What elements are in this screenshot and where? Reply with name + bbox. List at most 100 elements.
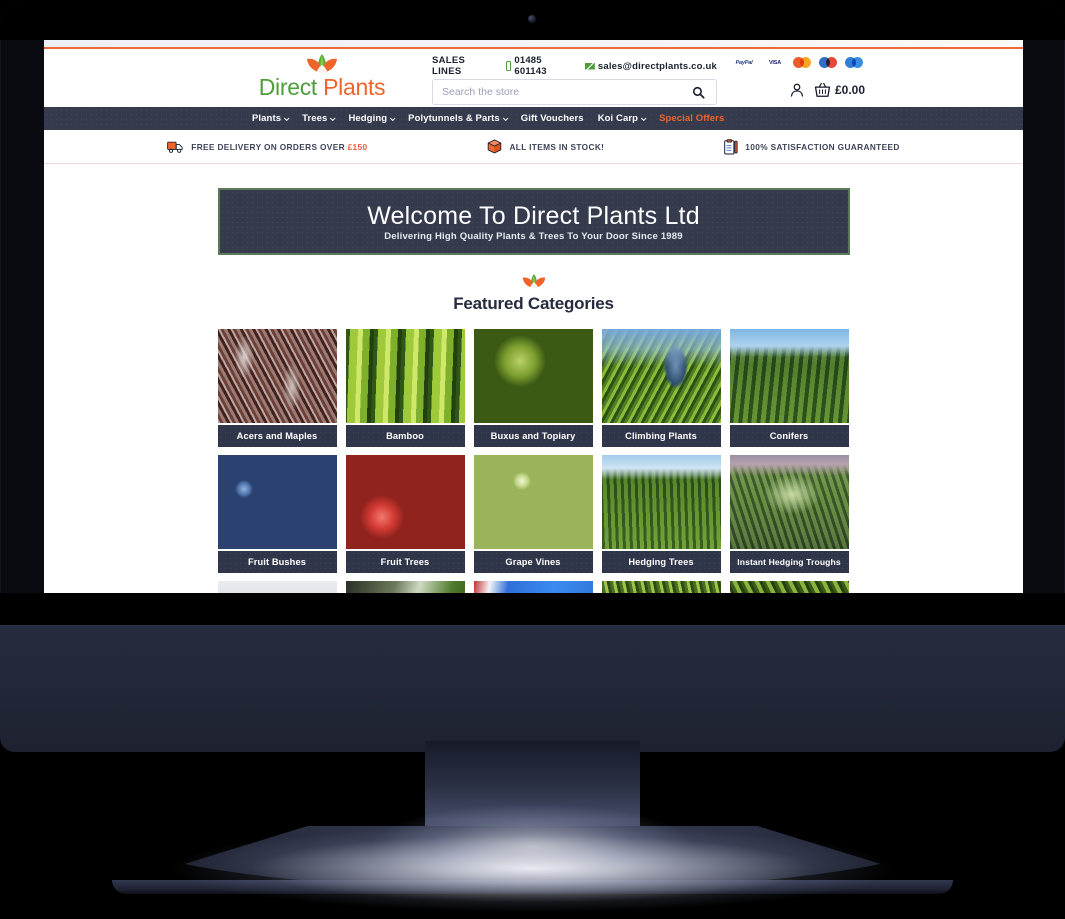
category-tile-partial-1[interactable] xyxy=(217,581,337,593)
nav-label: Gift Vouchers xyxy=(520,113,584,124)
category-tile-partial-2[interactable] xyxy=(345,581,465,593)
site-logo[interactable]: Direct Plants xyxy=(252,53,392,100)
topiary-balls-image xyxy=(473,329,593,423)
payment-methods: PayPal VISA xyxy=(731,57,865,68)
hero-title: Welcome To Direct Plants Ltd xyxy=(367,201,700,230)
logo-word-direct: Direct xyxy=(258,74,318,100)
hero-subtitle: Delivering High Quality Plants & Trees T… xyxy=(384,230,683,242)
featured-categories-grid: Acers and Maples Bamboo Buxus and Topiar… xyxy=(217,329,850,593)
red-apples-image xyxy=(345,455,465,549)
nav-item-hedging[interactable]: Hedging xyxy=(348,113,396,124)
category-label: Bamboo xyxy=(345,425,465,447)
nav-label: Special Offers xyxy=(659,113,725,124)
partial-tile-5-image xyxy=(729,581,849,593)
hedging-trough-image xyxy=(729,455,849,549)
monitor-bottom-chin xyxy=(0,625,1065,752)
category-label: Hedging Trees xyxy=(601,551,721,573)
mobile-phone-icon xyxy=(505,61,512,71)
email-contact[interactable]: sales@directplants.co.uk xyxy=(584,60,717,72)
phone-number: 01485 601143 xyxy=(514,55,547,77)
search-button[interactable] xyxy=(690,86,707,99)
featured-categories-header: Featured Categories xyxy=(218,273,850,314)
category-tile-conifers[interactable]: Conifers xyxy=(729,329,849,447)
nav-item-gift-vouchers[interactable]: Gift Vouchers xyxy=(521,113,584,124)
category-label: Instant Hedging Troughs xyxy=(729,551,849,573)
search-icon xyxy=(692,86,705,99)
chevron-down-icon xyxy=(283,114,290,121)
benefits-bar: FREE DELIVERY ON ORDERS OVER £150 ALL IT… xyxy=(44,130,1023,164)
category-tile-climbing-plants[interactable]: Climbing Plants xyxy=(601,329,721,447)
category-tile-partial-4[interactable] xyxy=(601,581,721,593)
top-accent-strip xyxy=(44,40,1023,49)
category-tile-fruit-trees[interactable]: Fruit Trees xyxy=(345,455,465,573)
partial-tile-3-image xyxy=(473,581,593,593)
category-tile-buxus-and-topiary[interactable]: Buxus and Topiary xyxy=(473,329,593,447)
partial-tile-2-image xyxy=(345,581,465,593)
category-tile-bamboo[interactable]: Bamboo xyxy=(345,329,465,447)
green-grape-bunch-image xyxy=(473,455,593,549)
benefit-label: FREE DELIVERY ON ORDERS OVER £150 xyxy=(191,141,368,152)
nav-item-special-offers[interactable]: Special Offers xyxy=(659,113,724,124)
site-header: Direct Plants SALES LINES 01485 601143 s… xyxy=(44,49,1023,107)
search-input[interactable] xyxy=(442,86,690,98)
nav-item-plants[interactable]: Plants xyxy=(252,113,290,124)
nav-label: Plants xyxy=(252,113,282,124)
clipboard-check-icon xyxy=(724,138,738,154)
header-center-block: SALES LINES 01485 601143 sales@directpla… xyxy=(432,55,717,105)
category-tile-fruit-bushes[interactable]: Fruit Bushes xyxy=(217,455,337,573)
category-tile-partial-5[interactable] xyxy=(729,581,849,593)
phone-contact[interactable]: 01485 601143 xyxy=(505,55,575,77)
package-box-icon xyxy=(488,139,502,154)
cart-total: £0.00 xyxy=(834,83,865,97)
visa-icon: VISA xyxy=(763,57,787,68)
logo-wordmark: Direct Plants xyxy=(252,74,392,100)
main-navigation: Plants Trees Hedging Polytunnels & Parts xyxy=(44,107,1023,130)
category-tile-hedging-trees[interactable]: Hedging Trees xyxy=(601,455,721,573)
benefit-label: ALL ITEMS IN STOCK! xyxy=(509,141,605,152)
account-button[interactable] xyxy=(789,82,805,98)
email-address: sales@directplants.co.uk xyxy=(597,60,717,72)
category-tile-grape-vines[interactable]: Grape Vines xyxy=(473,455,593,573)
lotus-leaf-logo-icon xyxy=(522,274,545,290)
user-account-icon xyxy=(790,83,804,97)
amex-icon xyxy=(845,57,865,68)
paypal-icon: PayPal xyxy=(731,57,757,68)
benefit-free-delivery: FREE DELIVERY ON ORDERS OVER £150 xyxy=(167,140,367,154)
climbing-ivy-archway-image xyxy=(601,329,721,423)
category-label: Acers and Maples xyxy=(217,425,337,447)
nav-item-polytunnels-parts[interactable]: Polytunnels & Parts xyxy=(408,113,509,124)
category-label: Fruit Trees xyxy=(345,551,465,573)
monitor-scene: Direct Plants SALES LINES 01485 601143 s… xyxy=(0,0,1065,919)
nav-label: Hedging xyxy=(348,113,388,124)
chevron-down-icon xyxy=(502,114,509,121)
search-bar[interactable] xyxy=(432,79,717,105)
acers-maples-foliage-image xyxy=(217,329,337,423)
chevron-down-icon xyxy=(390,114,396,121)
shopping-basket-icon xyxy=(814,82,831,97)
mastercard-icon xyxy=(793,57,813,68)
benefit-satisfaction-guaranteed: 100% SATISFACTION GUARANTEED xyxy=(724,138,900,155)
category-label: Climbing Plants xyxy=(601,425,721,447)
benefit-all-in-stock: ALL ITEMS IN STOCK! xyxy=(487,139,604,154)
category-tile-partial-3[interactable] xyxy=(473,581,593,593)
benefit-label: 100% SATISFACTION GUARANTEED xyxy=(745,141,900,152)
maestro-icon xyxy=(819,57,839,68)
category-label: Buxus and Topiary xyxy=(473,425,593,447)
content-container: Welcome To Direct Plants Ltd Delivering … xyxy=(217,188,850,593)
nav-item-koi-carp[interactable]: Koi Carp xyxy=(597,113,647,124)
bamboo-canes-image xyxy=(345,329,465,423)
monitor-stand-foot xyxy=(112,880,953,894)
delivery-truck-icon xyxy=(167,141,183,153)
nav-label: Koi Carp xyxy=(597,113,639,124)
nav-item-trees[interactable]: Trees xyxy=(302,113,336,124)
category-tile-acers-and-maples[interactable]: Acers and Maples xyxy=(217,329,337,447)
website-page: Direct Plants SALES LINES 01485 601143 s… xyxy=(44,40,1023,593)
cart-button[interactable]: £0.00 xyxy=(814,82,865,98)
page-content: Welcome To Direct Plants Ltd Delivering … xyxy=(44,188,1023,593)
screen-bottom-mask xyxy=(0,593,1065,627)
lotus-leaf-logo-icon xyxy=(307,54,337,75)
hero-banner: Welcome To Direct Plants Ltd Delivering … xyxy=(217,188,850,255)
category-tile-instant-hedging-troughs[interactable]: Instant Hedging Troughs xyxy=(729,455,849,573)
envelope-icon xyxy=(584,62,595,70)
partial-tile-1-image xyxy=(217,581,337,593)
